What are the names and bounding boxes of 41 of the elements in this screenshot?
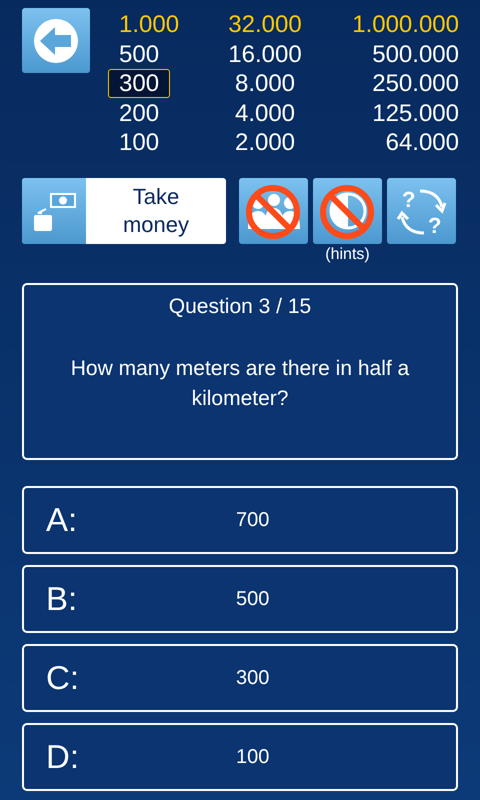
answer-option[interactable]: A: 700 [22, 486, 458, 554]
prize-amount: 500.000 [371, 40, 460, 69]
prize-amount: 200 [118, 98, 160, 128]
hint-button[interactable] [313, 178, 382, 244]
question-mark: ? [428, 212, 441, 238]
prize-amount: 2.000 [234, 128, 296, 158]
prize-amount: 1.000.000 [351, 10, 460, 40]
prize-amount: 250.000 [371, 69, 460, 98]
prize-amount: 16.000 [227, 40, 303, 69]
answer-value: 500 [236, 586, 270, 612]
ban-icon [319, 184, 375, 240]
prize-amount: 32.000 [227, 10, 303, 40]
answer-option[interactable]: D: 100 [22, 722, 458, 790]
prize-amount: 500 [118, 40, 160, 69]
back-button[interactable] [22, 8, 90, 73]
answer-value: 100 [236, 744, 270, 770]
hints-caption: (hints) [325, 244, 370, 264]
answer-letter: A: [46, 500, 78, 540]
hint-button[interactable] [239, 178, 308, 244]
answer-letter: D: [46, 736, 80, 777]
prize-amount: 300 [108, 69, 170, 98]
ban-icon [245, 184, 301, 240]
prize-amount: 64.000 [384, 128, 460, 158]
prize-amount: 1.000 [118, 10, 180, 40]
question-number: Question 3 / 15 [168, 294, 312, 320]
answer-value: 300 [236, 666, 270, 690]
half-circle-icon [328, 190, 368, 230]
question-mark: ? [402, 186, 415, 212]
question-text: How many meters are there in half a kilometer? [70, 356, 410, 412]
answer-letter: C: [46, 658, 80, 698]
prize-amount: 125.000 [371, 98, 460, 128]
curved-arrow-icon [396, 210, 424, 234]
curved-arrow-icon [419, 189, 446, 214]
prize-amount: 4.000 [234, 98, 296, 128]
prize-amount: 100 [118, 128, 160, 158]
prize-amount: 8.000 [234, 69, 296, 98]
answer-option[interactable]: C: 300 [22, 644, 458, 712]
answer-option[interactable]: B: 500 [22, 564, 458, 632]
take-money-button[interactable]: Take money [22, 178, 226, 244]
answer-letter: B: [46, 578, 78, 619]
answer-value: 700 [236, 508, 270, 532]
